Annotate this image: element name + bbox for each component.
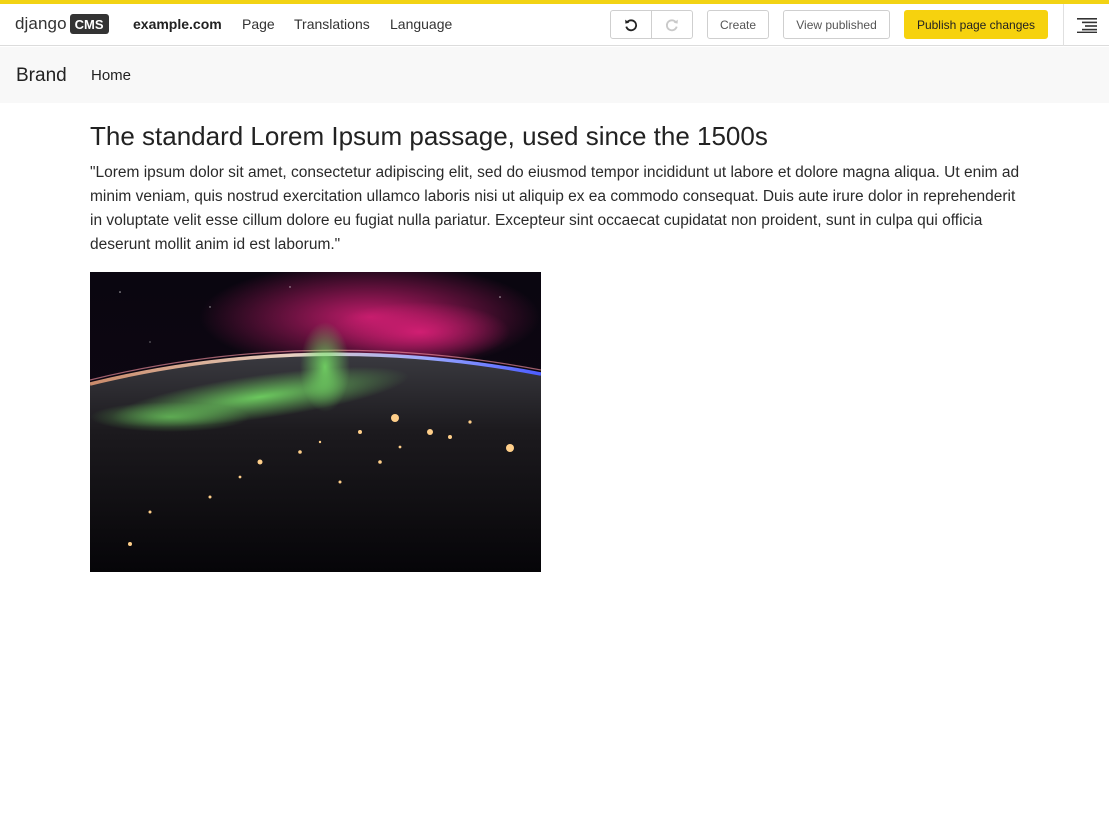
django-cms-logo[interactable]: django CMS — [15, 13, 109, 35]
cms-toolbar: django CMS example.com Page Translations… — [0, 4, 1109, 46]
navbar-brand[interactable]: Brand — [16, 65, 67, 87]
page-menu[interactable]: Page — [242, 16, 275, 33]
lorem-paragraph: "Lorem ipsum dolor sit amet, consectetur… — [90, 164, 1020, 253]
redo-icon — [665, 18, 678, 31]
view-published-button[interactable]: View published — [783, 10, 890, 39]
aurora-earth-image — [90, 272, 541, 572]
site-menu[interactable]: example.com — [133, 16, 222, 33]
logo-badge: CMS — [69, 14, 109, 34]
nav-item-home[interactable]: Home — [91, 67, 131, 85]
redo-button[interactable] — [652, 11, 693, 38]
page-title: The standard Lorem Ipsum passage, used s… — [90, 121, 768, 151]
undo-redo-group — [610, 10, 693, 39]
create-button[interactable]: Create — [707, 10, 769, 39]
structure-mode-icon — [1076, 18, 1097, 33]
publish-page-changes-button[interactable]: Publish page changes — [904, 10, 1048, 39]
undo-icon — [624, 18, 637, 31]
language-menu[interactable]: Language — [390, 16, 452, 33]
page-content: The standard Lorem Ipsum passage, used s… — [90, 120, 1030, 257]
undo-button[interactable] — [611, 11, 652, 38]
structure-mode-toggle[interactable] — [1064, 4, 1109, 46]
logo-text: django — [15, 14, 67, 33]
site-navbar: Brand Home — [0, 47, 1109, 103]
translations-menu[interactable]: Translations — [294, 16, 370, 33]
